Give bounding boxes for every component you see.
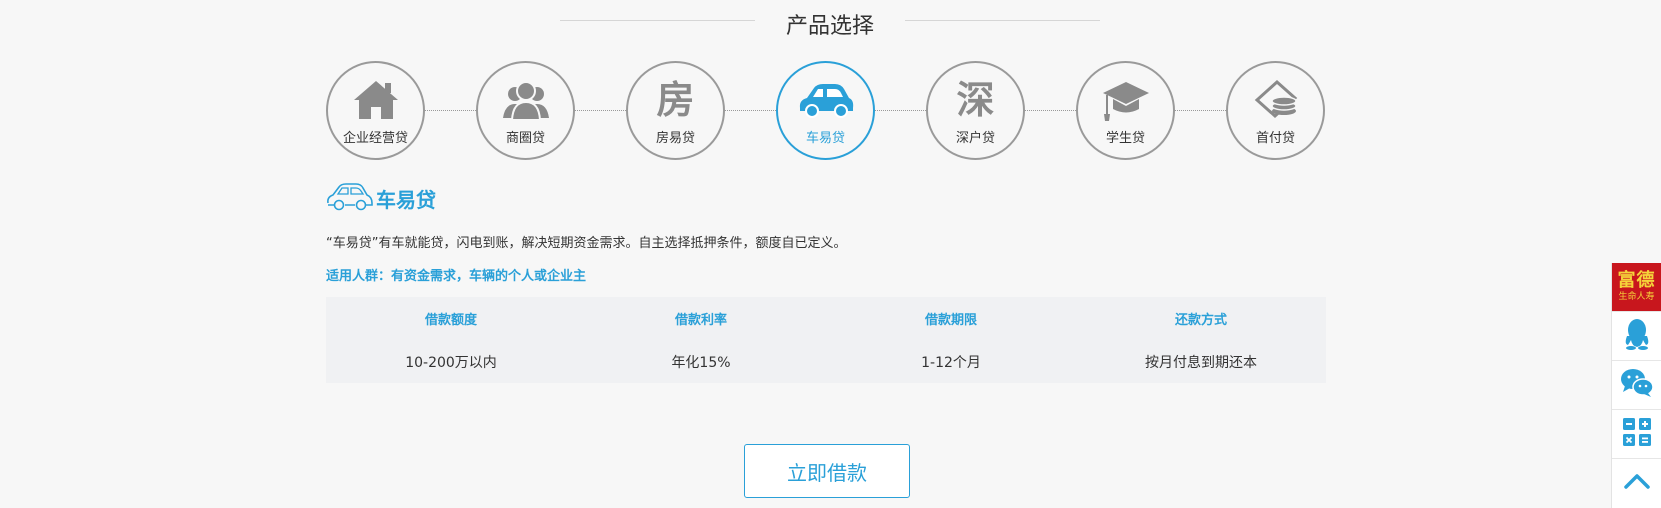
value-amount: 10-200万以内 (405, 354, 497, 371)
graduation-cap-icon (1078, 77, 1173, 123)
loan-terms-table: 借款额度 借款利率 借款期限 还款方式 10-200万以内 年化15% 1-12… (326, 297, 1326, 383)
product-car[interactable]: 车易贷 (776, 61, 875, 160)
value-term: 1-12个月 (921, 354, 981, 371)
car-icon (778, 77, 873, 123)
brand-subtitle: 生命人寿 (1618, 292, 1655, 302)
back-to-top-icon (1623, 473, 1650, 493)
table-header-row: 借款额度 借款利率 借款期限 还款方式 (326, 297, 1326, 340)
shen-char-icon: 深 (956, 78, 995, 122)
house-char-icon: 房 (656, 78, 695, 122)
qq-icon (1622, 318, 1652, 354)
section-header: 产品选择 (560, 8, 1100, 42)
coins-icon (1228, 77, 1323, 123)
floating-sidebar: 富德 生命人寿 (1611, 263, 1661, 508)
product-label: 商圈贷 (505, 131, 545, 146)
people-icon (478, 77, 573, 123)
product-label: 学生贷 (1105, 131, 1145, 146)
product-house[interactable]: 房 房易贷 (626, 61, 725, 160)
house-icon (328, 77, 423, 123)
product-student[interactable]: 学生贷 (1076, 61, 1175, 160)
wechat-icon (1620, 368, 1654, 402)
product-label: 深户贷 (955, 131, 995, 146)
detail-title: 车易贷 (376, 187, 436, 212)
calculator-button[interactable] (1612, 409, 1661, 458)
product-selector: 企业经营贷 商圈贷 房 房易贷 车易贷 深 深户贷 学生贷 首付贷 (326, 61, 1326, 161)
product-label: 首付贷 (1255, 131, 1295, 146)
divider-right (905, 20, 1100, 21)
header-term: 借款期限 (924, 313, 977, 328)
car-outline-icon (326, 181, 374, 215)
brand-logo[interactable]: 富德 生命人寿 (1612, 263, 1661, 311)
product-shenzhen-hukou[interactable]: 深 深户贷 (926, 61, 1025, 160)
detail-header: 车易贷 (326, 182, 436, 214)
value-rate: 年化15% (671, 354, 731, 371)
product-enterprise[interactable]: 企业经营贷 (326, 61, 425, 160)
product-description: “车易贷”有车就能贷，闪电到账，解决短期资金需求。自主选择抵押条件，额度自已定义… (326, 236, 847, 251)
value-repayment: 按月付息到期还本 (1145, 354, 1257, 371)
qq-button[interactable] (1612, 311, 1661, 360)
header-amount: 借款额度 (424, 313, 477, 328)
apply-loan-button[interactable]: 立即借款 (744, 444, 910, 498)
table-row: 10-200万以内 年化15% 1-12个月 按月付息到期还本 (326, 340, 1326, 383)
target-audience: 适用人群：有资金需求，车辆的个人或企业主 (326, 269, 587, 284)
product-label: 车易贷 (805, 131, 845, 146)
product-label: 房易贷 (655, 131, 695, 146)
product-down-payment[interactable]: 首付贷 (1226, 61, 1325, 160)
wechat-button[interactable] (1612, 360, 1661, 409)
product-label: 企业经营贷 (342, 131, 408, 146)
header-rate: 借款利率 (674, 313, 727, 328)
header-repayment: 还款方式 (1174, 313, 1227, 328)
product-business-circle[interactable]: 商圈贷 (476, 61, 575, 160)
section-title: 产品选择 (785, 14, 874, 39)
brand-name: 富德 (1617, 270, 1656, 291)
back-to-top-button[interactable] (1612, 458, 1661, 507)
calculator-icon (1622, 418, 1651, 450)
